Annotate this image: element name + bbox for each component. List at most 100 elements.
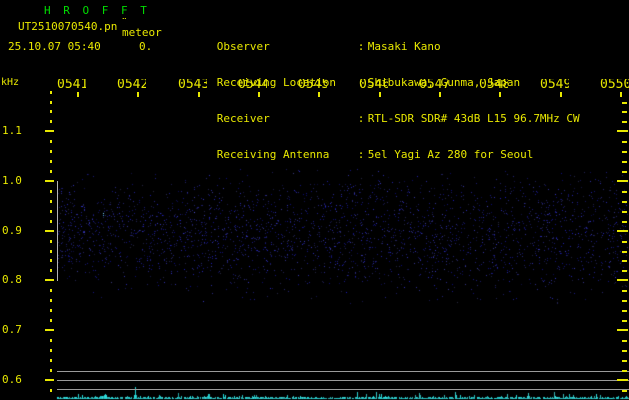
freq-major-tick (617, 180, 628, 182)
time-tick (620, 92, 622, 97)
level-reference-line (57, 380, 629, 381)
freq-minor-tick (622, 141, 627, 143)
freq-minor-tick (50, 150, 52, 153)
freq-minor-tick (622, 201, 627, 203)
freq-minor-tick (50, 170, 52, 173)
freq-minor-tick (622, 211, 627, 213)
freq-major-tick (45, 180, 54, 182)
freq-axis-unit: kHz (1, 77, 19, 88)
freq-minor-tick (622, 320, 627, 322)
time-axis-label: 0550 (600, 79, 629, 91)
freq-minor-tick (622, 102, 627, 104)
info-row-receiver: Receiver:RTL-SDR SDR# 43dB L15 96.7MHz C… (177, 101, 580, 113)
info-separator: : (358, 41, 367, 53)
info-label: Receiver (217, 113, 358, 125)
freq-minor-tick (50, 319, 52, 322)
freq-minor-tick (50, 259, 52, 262)
freq-axis-label: 1.1 (2, 125, 22, 136)
freq-minor-tick (50, 299, 52, 302)
freq-minor-tick (622, 251, 627, 253)
freq-minor-tick (622, 370, 627, 372)
time-axis-label: 0549 (540, 79, 569, 91)
app-title: H R O F F T (44, 5, 150, 17)
freq-minor-tick (622, 300, 627, 302)
time-axis-label: 0541 (57, 79, 86, 91)
freq-minor-tick (50, 240, 52, 243)
info-row-observer: Observer:Masaki Kano (177, 29, 580, 41)
time-axis-label: 0546 (359, 79, 388, 91)
freq-major-tick (45, 130, 54, 132)
freq-major-tick (45, 279, 54, 281)
freq-minor-tick (622, 360, 627, 362)
freq-minor-tick (50, 160, 52, 163)
freq-axis-label: 0.9 (2, 225, 22, 236)
time-tick (137, 92, 139, 97)
time-axis-label: 0542 (117, 79, 146, 91)
freq-minor-tick (622, 241, 627, 243)
freq-minor-tick (50, 359, 52, 362)
freq-minor-tick (50, 200, 52, 203)
freq-major-tick (45, 379, 54, 381)
info-label: Receiving Antenna (217, 149, 358, 161)
freq-axis-label: 0.7 (2, 324, 22, 335)
freq-minor-tick (622, 151, 627, 153)
info-value: Masaki Kano (368, 40, 441, 53)
time-axis-label: 0545 (298, 79, 327, 91)
freq-minor-tick (622, 310, 627, 312)
freq-minor-tick (50, 120, 52, 123)
freq-minor-tick (622, 350, 627, 352)
time-axis-label: 0548 (479, 79, 508, 91)
freq-major-tick (45, 329, 54, 331)
freq-minor-tick (622, 260, 627, 262)
freq-major-tick (617, 130, 628, 132)
info-separator: : (358, 149, 367, 161)
level-reference-line (57, 389, 629, 390)
datetime-label: 25.10.07 05:40 (8, 41, 101, 53)
freq-minor-tick (622, 171, 627, 173)
freq-minor-tick (50, 140, 52, 143)
freq-minor-tick (622, 111, 627, 113)
freq-minor-tick (50, 339, 52, 342)
freq-minor-tick (622, 390, 627, 392)
freq-minor-tick (622, 121, 627, 123)
freq-minor-tick (50, 349, 52, 352)
time-axis-label: 0544 (238, 79, 267, 91)
filename-label: UT2510070540.pn (18, 21, 117, 33)
info-row-antenna: Receiving Antenna:5el Yagi Az 280 for Se… (177, 137, 580, 149)
average-spectrum-line (57, 181, 58, 281)
freq-minor-tick (50, 101, 52, 104)
freq-minor-tick (622, 290, 627, 292)
info-value: RTL-SDR SDR# 43dB L15 96.7MHz CW (368, 112, 580, 125)
time-axis-label: 0543 (178, 79, 207, 91)
freq-minor-tick (50, 91, 52, 94)
freq-major-tick (617, 230, 628, 232)
freq-minor-tick (50, 309, 52, 312)
info-value: 5el Yagi Az 280 for Seoul (368, 148, 534, 161)
hrofft-screen: H R O F F T UT2510070540.pn ¨ meteor 25.… (0, 0, 629, 400)
freq-minor-tick (50, 110, 52, 113)
freq-axis-label: 1.0 (2, 175, 22, 186)
freq-minor-tick (50, 250, 52, 253)
freq-minor-tick (622, 221, 627, 223)
info-separator: : (358, 113, 367, 125)
freq-minor-tick (50, 389, 52, 392)
time-axis-label: 0547 (419, 79, 448, 91)
meteor-count: 0. (139, 41, 152, 53)
freq-major-tick (617, 279, 628, 281)
freq-minor-tick (50, 269, 52, 272)
freq-minor-tick (50, 289, 52, 292)
freq-minor-tick (50, 220, 52, 223)
freq-minor-tick (50, 210, 52, 213)
freq-minor-tick (622, 161, 627, 163)
freq-minor-tick (622, 191, 627, 193)
freq-axis-label: 0.8 (2, 274, 22, 285)
freq-major-tick (45, 230, 54, 232)
level-reference-line (57, 371, 629, 372)
freq-axis-label: 0.6 (2, 374, 22, 385)
info-label: Observer (217, 41, 358, 53)
freq-major-tick (617, 329, 628, 331)
time-tick (77, 92, 79, 97)
freq-minor-tick (50, 190, 52, 193)
freq-minor-tick (50, 369, 52, 372)
info-row-location: Receiving Location:Shibukawa, Gunma, Jap… (177, 65, 580, 77)
